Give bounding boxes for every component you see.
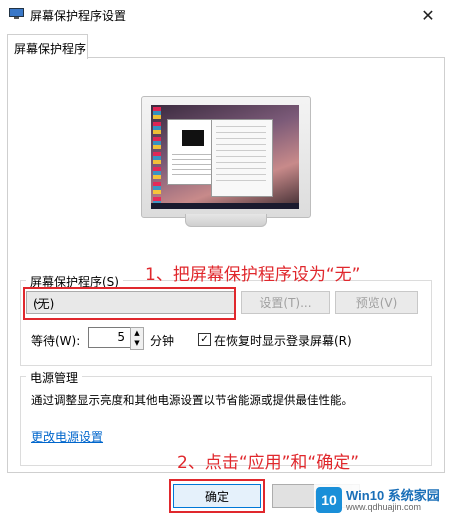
annotation-step-1: 1、把屏幕保护程序设为“无” <box>145 265 361 285</box>
power-description: 通过调整显示亮度和其他电源设置以节省能源或提供最佳性能。 <box>31 393 353 407</box>
monitor-stand <box>185 214 267 227</box>
annotation-step-2: 2、点击“应用”和“确定” <box>177 453 360 473</box>
resume-checkbox-label[interactable]: 在恢复时显示登录屏幕(R) <box>214 332 352 349</box>
preview-screen <box>151 105 299 209</box>
title-bar: 屏幕保护程序设置 ✕ <box>0 0 450 30</box>
close-icon: ✕ <box>421 5 435 25</box>
watermark-url: www.qdhuajin.com <box>346 502 422 512</box>
watermark-logo: 10 <box>316 487 342 513</box>
power-group-label: 电源管理 <box>26 369 83 386</box>
monitor-frame <box>141 96 311 218</box>
stepper-up-icon[interactable]: ▲ <box>131 328 143 338</box>
watermark: 10 Win10 系统家园 www.qdhuajin.com <box>314 484 450 516</box>
desktop-icons <box>153 107 161 203</box>
tab-label: 屏幕保护程序 <box>14 42 87 56</box>
change-power-settings-link[interactable]: 更改电源设置 <box>31 428 103 445</box>
wait-minutes-value: 5 <box>117 330 125 344</box>
settings-button[interactable]: 设置(T)... <box>241 291 330 314</box>
tab-screensaver[interactable]: 屏幕保护程序 <box>7 34 88 59</box>
resume-checkbox[interactable]: ✓ <box>198 333 211 346</box>
preview-window-2 <box>211 119 273 197</box>
close-button[interactable]: ✕ <box>406 0 450 30</box>
wait-unit-label: 分钟 <box>150 334 175 348</box>
stepper-down-icon[interactable]: ▼ <box>131 338 143 348</box>
select-highlight-box <box>23 287 236 320</box>
preview-taskbar <box>151 203 299 209</box>
window-title: 屏幕保护程序设置 <box>30 9 127 23</box>
ok-highlight-box <box>169 479 265 513</box>
wait-stepper[interactable]: ▲ ▼ <box>130 327 144 350</box>
checkmark-icon: ✓ <box>200 334 209 345</box>
monitor-preview <box>141 96 311 227</box>
display-settings-icon <box>9 8 24 19</box>
wait-label: 等待(W): <box>31 334 81 348</box>
wait-minutes-input[interactable]: 5 <box>88 327 132 348</box>
preview-button[interactable]: 预览(V) <box>335 291 418 314</box>
